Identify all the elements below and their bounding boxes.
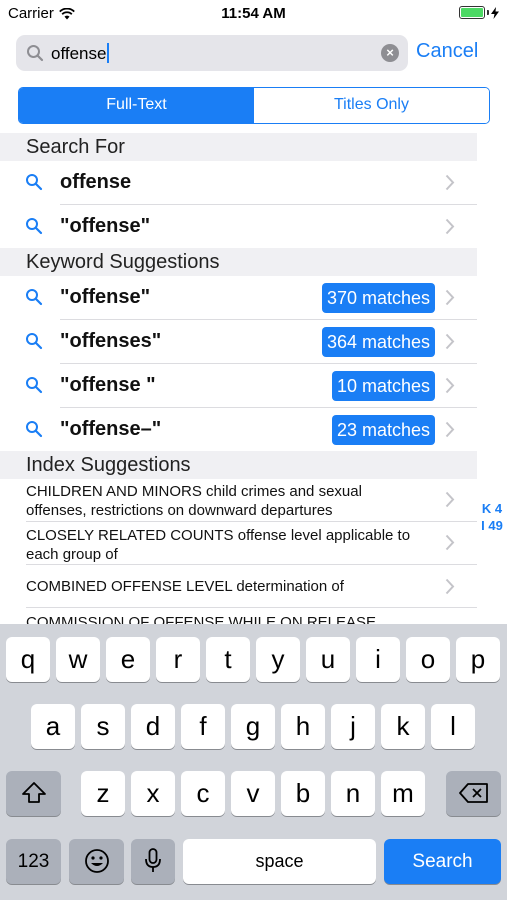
key-z[interactable]: z xyxy=(81,771,125,816)
keyword-suggestion-row[interactable]: "offense–" 23 matches xyxy=(0,408,477,452)
key-l[interactable]: l xyxy=(431,704,475,749)
key-j[interactable]: j xyxy=(331,704,375,749)
chevron-right-icon xyxy=(445,333,455,350)
key-t[interactable]: t xyxy=(206,637,250,682)
search-header: offense × Cancel xyxy=(0,28,507,78)
search-field[interactable]: offense × xyxy=(16,35,408,71)
key-y[interactable]: y xyxy=(256,637,300,682)
key-o[interactable]: o xyxy=(406,637,450,682)
index-suggestion-row[interactable]: CLOSELY RELATED COUNTS offense level app… xyxy=(0,522,477,565)
chevron-right-icon xyxy=(445,377,455,394)
search-icon xyxy=(26,218,43,235)
key-b[interactable]: b xyxy=(281,771,325,816)
key-c[interactable]: c xyxy=(181,771,225,816)
key-g[interactable]: g xyxy=(231,704,275,749)
chevron-right-icon xyxy=(445,289,455,306)
search-for-row[interactable]: offense xyxy=(0,161,477,205)
index-suggestion-text: COMMISSION OF OFFENSE WHILE ON RELEASE xyxy=(26,614,377,624)
search-for-label: "offense" xyxy=(60,215,151,237)
segment-full-text[interactable]: Full-Text xyxy=(19,88,254,123)
numbers-key[interactable]: 123 xyxy=(6,839,61,884)
key-x[interactable]: x xyxy=(131,771,175,816)
key-v[interactable]: v xyxy=(231,771,275,816)
match-count-badge: 10 matches xyxy=(331,371,435,401)
key-f[interactable]: f xyxy=(181,704,225,749)
segment-titles-only[interactable]: Titles Only xyxy=(254,88,489,123)
index-suggestion-text: CLOSELY RELATED COUNTS offense level app… xyxy=(26,527,411,563)
dictation-key[interactable] xyxy=(131,839,175,884)
section-header-index-suggestions: Index Suggestions xyxy=(0,451,477,479)
index-suggestion-text: COMBINED OFFENSE LEVEL determination of xyxy=(26,578,344,595)
section-index-i[interactable]: I 49 xyxy=(479,517,505,534)
key-w[interactable]: w xyxy=(56,637,100,682)
key-i[interactable]: i xyxy=(356,637,400,682)
chevron-right-icon xyxy=(445,174,455,191)
keyboard: q w e r t y u i o p a s d f g h j k l z … xyxy=(0,624,507,900)
search-icon xyxy=(26,377,43,394)
search-icon xyxy=(26,421,43,438)
search-for-label: offense xyxy=(60,171,132,193)
key-r[interactable]: r xyxy=(156,637,200,682)
text-caret xyxy=(107,43,110,63)
keyword-label: "offenses" xyxy=(60,330,162,352)
search-input[interactable]: offense xyxy=(51,43,371,64)
key-s[interactable]: s xyxy=(81,704,125,749)
key-q[interactable]: q xyxy=(6,637,50,682)
index-suggestion-row[interactable]: CHILDREN AND MINORS child crimes and sex… xyxy=(0,479,477,522)
key-m[interactable]: m xyxy=(381,771,425,816)
emoji-key[interactable] xyxy=(69,839,124,884)
charging-bolt-icon xyxy=(491,6,499,19)
keyword-label: "offense " xyxy=(60,374,156,396)
clear-search-icon[interactable]: × xyxy=(381,44,399,62)
key-k[interactable]: k xyxy=(381,704,425,749)
keyword-suggestion-row[interactable]: "offenses" 364 matches xyxy=(0,320,477,364)
key-p[interactable]: p xyxy=(456,637,500,682)
search-key[interactable]: Search xyxy=(384,839,501,884)
search-icon xyxy=(26,289,43,306)
chevron-right-icon xyxy=(445,218,455,235)
shift-key[interactable] xyxy=(6,771,61,816)
index-suggestion-row[interactable]: COMBINED OFFENSE LEVEL determination of xyxy=(0,565,477,608)
section-index-k[interactable]: K 4 xyxy=(479,500,505,517)
match-count-badge: 370 matches xyxy=(321,283,435,313)
search-for-row[interactable]: "offense" xyxy=(0,205,477,249)
index-suggestion-text: CHILDREN AND MINORS child crimes and sex… xyxy=(26,483,362,519)
battery-icon xyxy=(459,6,499,19)
status-bar: Carrier 11:54 AM xyxy=(0,0,507,28)
search-icon xyxy=(26,333,43,350)
search-icon xyxy=(27,45,44,62)
key-u[interactable]: u xyxy=(306,637,350,682)
keyword-label: "offense" xyxy=(60,286,151,308)
key-e[interactable]: e xyxy=(106,637,150,682)
match-count-badge: 364 matches xyxy=(321,327,435,357)
search-icon xyxy=(26,174,43,191)
emoji-icon xyxy=(84,849,109,873)
index-suggestion-row[interactable]: COMMISSION OF OFFENSE WHILE ON RELEASE xyxy=(0,608,477,624)
chevron-right-icon xyxy=(445,421,455,438)
chevron-right-icon xyxy=(445,578,455,595)
shift-icon xyxy=(21,782,46,803)
cancel-button[interactable]: Cancel xyxy=(416,40,478,63)
space-key[interactable]: space xyxy=(183,839,376,884)
search-query: offense xyxy=(51,44,107,63)
backspace-icon xyxy=(458,783,488,803)
section-index[interactable]: K 4 I 49 xyxy=(479,500,505,534)
search-scope-segmented-control: Full-Text Titles Only xyxy=(18,87,490,124)
match-count-badge: 23 matches xyxy=(331,415,435,445)
keyword-suggestion-row[interactable]: "offense" 370 matches xyxy=(0,276,477,320)
key-h[interactable]: h xyxy=(281,704,325,749)
chevron-right-icon xyxy=(445,491,455,508)
delete-key[interactable] xyxy=(446,771,501,816)
keyword-suggestion-row[interactable]: "offense " 10 matches xyxy=(0,364,477,408)
key-a[interactable]: a xyxy=(31,704,75,749)
keyword-label: "offense–" xyxy=(60,418,162,440)
microphone-icon xyxy=(145,848,161,872)
key-d[interactable]: d xyxy=(131,704,175,749)
section-header-keyword-suggestions: Keyword Suggestions xyxy=(0,248,477,276)
chevron-right-icon xyxy=(445,534,455,551)
section-header-search-for: Search For xyxy=(0,133,477,161)
status-time: 11:54 AM xyxy=(221,5,286,22)
key-n[interactable]: n xyxy=(331,771,375,816)
